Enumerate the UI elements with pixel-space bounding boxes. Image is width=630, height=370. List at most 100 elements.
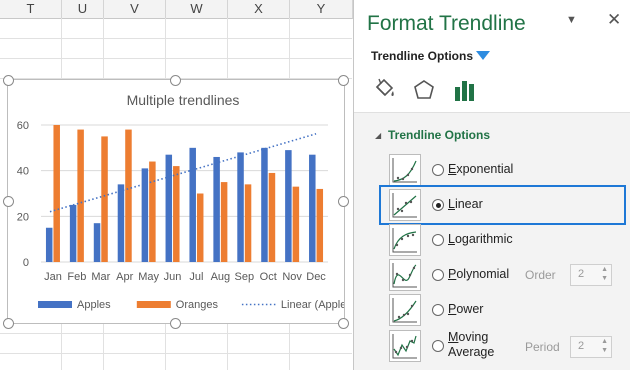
radio-power[interactable] (432, 304, 444, 316)
x-tick-label: Sep (235, 271, 255, 283)
bar-oranges-dec[interactable] (316, 188, 324, 262)
bar-apples-may[interactable] (141, 168, 149, 262)
bar-oranges-jan[interactable] (53, 125, 60, 262)
legend-label-trendline[interactable]: Linear (Apples) (281, 299, 344, 311)
option-label-logarithmic: Logarithmic (448, 232, 513, 246)
order-label: Order (525, 268, 556, 282)
gridline (0, 38, 352, 39)
column-header-x[interactable]: X (228, 0, 290, 19)
format-trendline-pane: Format Trendline ▼ ✕ Trendline Options ◢… (353, 0, 630, 370)
option-row-moving-average[interactable]: Moving Average Period 2 ▲ ▼ (354, 328, 630, 362)
x-tick-label: Oct (260, 271, 277, 283)
radio-logarithmic[interactable] (432, 234, 444, 246)
bar-apples-jan[interactable] (45, 227, 53, 262)
order-value: 2 (578, 268, 585, 280)
bar-oranges-nov[interactable] (292, 186, 300, 262)
bar-apples-apr[interactable] (117, 184, 125, 262)
bar-oranges-oct[interactable] (268, 172, 276, 262)
spin-down-icon[interactable]: ▼ (601, 275, 608, 282)
bar-chart-icon[interactable] (449, 75, 479, 105)
x-tick-label: Jan (44, 271, 62, 283)
option-row-logarithmic[interactable]: Logarithmic (354, 222, 630, 256)
bar-oranges-aug[interactable] (220, 182, 228, 262)
bar-oranges-jun[interactable] (173, 166, 180, 262)
legend-swatch-oranges (136, 301, 171, 308)
moving-average-trend-icon (389, 330, 421, 362)
radio-polynomial[interactable] (432, 269, 444, 281)
bar-apples-nov[interactable] (285, 150, 292, 262)
trendline-options-group-label[interactable]: Trendline Options (388, 128, 490, 142)
resize-handle-top[interactable] (170, 75, 181, 86)
trendline-linear-apples[interactable] (49, 133, 317, 213)
legend-label-oranges[interactable]: Oranges (176, 299, 219, 311)
x-tick-label: Mar (91, 271, 110, 283)
bar-oranges-jul[interactable] (196, 193, 204, 263)
bar-oranges-feb[interactable] (77, 129, 84, 262)
resize-handle-bottom-right[interactable] (338, 318, 349, 329)
close-icon[interactable]: ✕ (607, 10, 621, 30)
bar-apples-mar[interactable] (93, 223, 101, 262)
legend-label-apples[interactable]: Apples (77, 299, 111, 311)
radio-exponential[interactable] (432, 164, 444, 176)
y-tick-label: 20 (17, 211, 29, 223)
x-tick-label: Apr (116, 271, 133, 283)
power-trend-icon (389, 294, 421, 326)
collapse-triangle-icon[interactable]: ◢ (375, 131, 381, 140)
option-label-exponential: Exponential (448, 162, 514, 176)
option-label-moving-line2: Average (448, 345, 495, 359)
period-spinner[interactable]: 2 ▲ ▼ (570, 336, 612, 358)
option-row-exponential[interactable]: Exponential (354, 152, 630, 186)
column-header-w[interactable]: W (166, 0, 228, 19)
bar-oranges-sep[interactable] (244, 184, 252, 262)
chart-svg: Multiple trendlines 0 20 40 60 Jan Feb Mar Apr M… (17, 92, 344, 311)
bar-apples-dec[interactable] (309, 154, 316, 262)
bar-apples-feb[interactable] (69, 204, 77, 262)
bar-oranges-mar[interactable] (101, 136, 108, 262)
pentagon-icon[interactable] (409, 75, 439, 105)
chart-area[interactable]: Multiple trendlines 0 20 40 60 Jan Feb Mar Apr M… (7, 79, 345, 324)
bar-apples-oct[interactable] (261, 147, 268, 262)
radio-moving-average[interactable] (432, 340, 444, 352)
logarithmic-trend-icon (389, 224, 421, 256)
y-tick-label: 40 (17, 166, 29, 178)
spin-up-icon[interactable]: ▲ (601, 266, 608, 273)
x-tick-label: Dec (306, 271, 326, 283)
period-label: Period (525, 340, 560, 354)
spin-down-icon[interactable]: ▼ (601, 347, 608, 354)
column-header-y[interactable]: Y (290, 0, 353, 19)
option-row-power[interactable]: Power (354, 292, 630, 326)
bar-oranges-may[interactable] (149, 161, 156, 262)
options-dropdown-icon[interactable] (476, 51, 490, 60)
bar-apples-jul[interactable] (189, 147, 196, 262)
resize-handle-bottom[interactable] (170, 318, 181, 329)
period-value: 2 (578, 340, 585, 352)
exponential-trend-icon (389, 154, 421, 186)
paint-bucket-icon[interactable] (369, 75, 399, 105)
options-category-label[interactable]: Trendline Options (371, 49, 473, 63)
resize-handle-bottom-left[interactable] (3, 318, 14, 329)
resize-handle-top-left[interactable] (3, 75, 14, 86)
resize-handle-left[interactable] (3, 196, 14, 207)
x-tick-label: Feb (67, 271, 86, 283)
column-header-t[interactable]: T (0, 0, 62, 19)
bar-oranges-apr[interactable] (125, 129, 132, 262)
option-label-moving-line1: Moving (448, 330, 489, 344)
bar-apples-sep[interactable] (237, 152, 244, 262)
spreadsheet-grid[interactable]: T U V W X Y Multiple trendlines 0 20 40 60 J… (0, 0, 353, 370)
chart-title[interactable]: Multiple trendlines (127, 92, 240, 108)
option-label-power: Power (448, 302, 484, 316)
triangle-down-icon[interactable]: ▼ (566, 14, 577, 26)
option-label-moving-average: Moving Average (448, 330, 494, 360)
legend-swatch-apples (38, 301, 72, 308)
column-header-u[interactable]: U (62, 0, 104, 19)
x-tick-label: Aug (211, 271, 231, 283)
spin-up-icon[interactable]: ▲ (601, 338, 608, 345)
column-header-v[interactable]: V (104, 0, 166, 19)
resize-handle-top-right[interactable] (338, 75, 349, 86)
order-spinner[interactable]: 2 ▲ ▼ (570, 264, 612, 286)
gridline (0, 353, 352, 354)
option-row-polynomial[interactable]: Polynomial Order 2 ▲ ▼ (354, 257, 630, 291)
bar-apples-jun[interactable] (165, 154, 173, 262)
bar-apples-aug[interactable] (213, 156, 220, 262)
resize-handle-right[interactable] (338, 196, 349, 207)
